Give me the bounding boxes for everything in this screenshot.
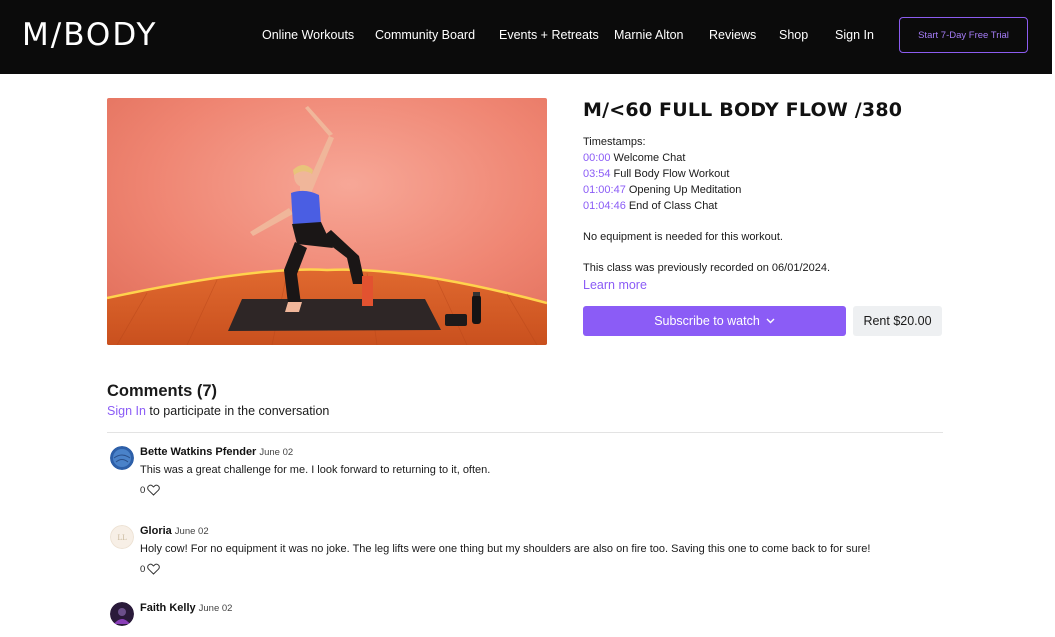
comment-likes: 0: [140, 563, 161, 575]
comment-text: Holy cow! For no equipment it was no jok…: [140, 543, 871, 555]
workout-thumbnail[interactable]: [107, 98, 547, 345]
comment-author-line: Bette Watkins Pfender June 02: [140, 446, 293, 458]
nav-shop[interactable]: Shop: [779, 27, 808, 43]
timestamp-label: End of Class Chat: [628, 200, 718, 212]
timestamp-row: 00:00 Welcome Chat: [583, 151, 685, 165]
timestamp-link[interactable]: 03:54: [583, 168, 611, 180]
timestamp-label: Welcome Chat: [613, 152, 686, 164]
timestamp-link[interactable]: 01:04:46: [583, 200, 626, 212]
comment-text: This was a great challenge for me. I loo…: [140, 464, 491, 476]
chevron-down-icon: [766, 318, 775, 324]
subscribe-label: Subscribe to watch: [654, 314, 760, 328]
subscribe-button[interactable]: Subscribe to watch: [583, 306, 846, 336]
comment-author[interactable]: Faith Kelly: [140, 602, 196, 614]
svg-text:LL: LL: [117, 534, 127, 542]
heart-icon[interactable]: [147, 484, 161, 496]
comments-signin-link[interactable]: Sign In: [107, 404, 146, 418]
site-logo[interactable]: M/BODY: [22, 17, 157, 53]
comments-signin-prompt: Sign In to participate in the conversati…: [107, 404, 329, 418]
comment-author[interactable]: Bette Watkins Pfender: [140, 446, 256, 458]
like-count: 0: [140, 563, 146, 575]
nav-reviews[interactable]: Reviews: [709, 27, 756, 43]
avatar[interactable]: [110, 446, 134, 470]
timestamp-row: 01:04:46 End of Class Chat: [583, 199, 717, 213]
heart-icon[interactable]: [147, 563, 161, 575]
learn-more-link[interactable]: Learn more: [583, 278, 647, 292]
comments-signin-text: to participate in the conversation: [145, 404, 330, 418]
equipment-note: No equipment is needed for this workout.: [583, 231, 783, 243]
free-trial-button[interactable]: Start 7-Day Free Trial: [899, 17, 1028, 53]
nav-community-board[interactable]: Community Board: [375, 27, 475, 43]
workout-thumbnail-image: [107, 98, 547, 345]
timestamp-label: Full Body Flow Workout: [613, 168, 730, 180]
comment-item: Faith Kelly June 02: [107, 602, 943, 637]
avatar[interactable]: [110, 602, 134, 626]
comment-date: June 02: [174, 526, 209, 537]
nav-online-workouts[interactable]: Online Workouts: [262, 27, 354, 43]
nav-marnie-alton[interactable]: Marnie Alton: [614, 27, 683, 43]
class-title: M/<60 FULL BODY FLOW /380: [583, 99, 903, 121]
avatar[interactable]: LL: [110, 525, 134, 549]
timestamps-label: Timestamps:: [583, 136, 646, 148]
timestamp-row: 01:00:47 Opening Up Meditation: [583, 183, 741, 197]
timestamp-link[interactable]: 01:00:47: [583, 184, 626, 196]
nav-sign-in[interactable]: Sign In: [835, 27, 874, 43]
nav-events-retreats[interactable]: Events + Retreats: [499, 27, 599, 43]
site-header: M/BODY Online Workouts Community Board E…: [0, 0, 1052, 74]
comments-heading: Comments (7): [107, 382, 218, 400]
comment-author-line: Faith Kelly June 02: [140, 602, 232, 614]
like-count: 0: [140, 484, 146, 496]
comment-author-line: Gloria June 02: [140, 525, 209, 537]
rent-button[interactable]: Rent $20.00: [853, 306, 942, 336]
comment-author[interactable]: Gloria: [140, 525, 172, 537]
comment-date: June 02: [198, 603, 233, 614]
recorded-note: This class was previously recorded on 06…: [583, 262, 831, 274]
timestamp-label: Opening Up Meditation: [628, 184, 742, 196]
comment-likes: 0: [140, 484, 161, 496]
timestamp-row: 03:54 Full Body Flow Workout: [583, 167, 729, 181]
comment-item: LL Gloria June 02 Holy cow! For no equipm…: [107, 525, 943, 585]
comment-date: June 02: [259, 447, 294, 458]
comment-item: Bette Watkins Pfender June 02 This was a …: [107, 446, 943, 506]
comments-divider: [107, 432, 943, 433]
timestamp-link[interactable]: 00:00: [583, 152, 611, 164]
